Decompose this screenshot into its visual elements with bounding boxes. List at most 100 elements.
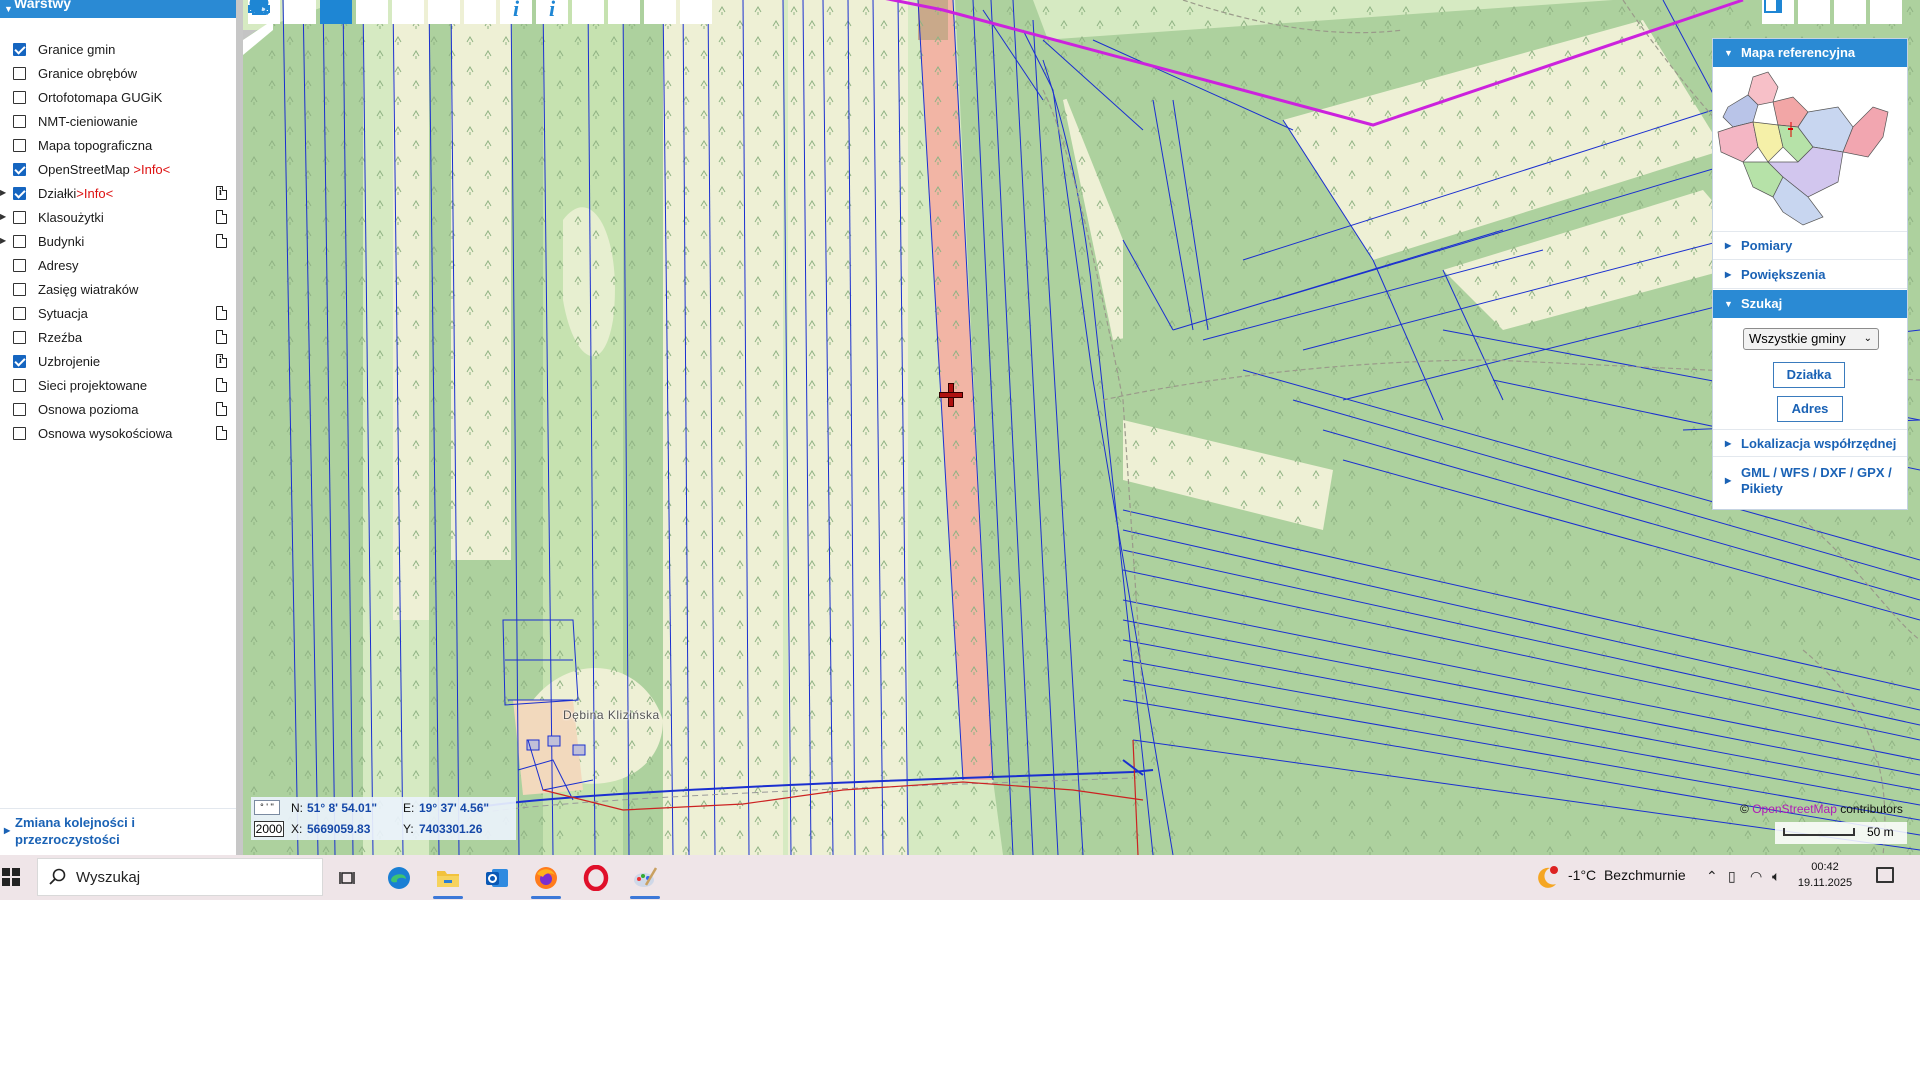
layer-row[interactable]: ▶ Działki>Info< [0,182,236,206]
edge-icon[interactable] [380,860,418,896]
layer-checkbox[interactable] [13,403,26,416]
dzialka-button[interactable]: Działka [1773,362,1845,388]
layer-row[interactable]: OpenStreetMap >Info< [0,158,236,182]
layer-row[interactable]: Granice obrębów [0,62,236,86]
layer-row[interactable]: NMT-cieniowanie [0,110,236,134]
layer-row[interactable]: Uzbrojenie [0,350,236,374]
pan-hand-icon[interactable] [252,0,352,24]
wifi-icon[interactable]: ◠ [1750,868,1762,885]
zoom-window-icon[interactable] [249,0,388,24]
document-icon[interactable] [216,426,227,440]
layer-row[interactable]: Osnowa pozioma [0,398,236,422]
layer-checkbox[interactable] [13,139,26,152]
layer-label: Granice gmin [38,42,115,57]
layer-row[interactable]: Mapa topograficzna [0,134,236,158]
layer-checkbox[interactable] [13,307,26,320]
globe-icon[interactable] [250,0,676,24]
back-arrow-icon[interactable] [250,0,424,24]
layers-panel-header[interactable]: ▼ Warstwy [0,0,236,18]
video-icon[interactable] [250,0,712,24]
layer-checkbox[interactable] [13,43,26,56]
gml-export-section[interactable]: ▶ GML / WFS / DXF / GPX / Pikiety [1713,459,1907,503]
layer-row[interactable]: Ortofotomapa GUGiK [0,86,236,110]
info-multi-icon[interactable]: i [536,0,568,24]
layer-row[interactable]: Osnowa wysokościowa [0,422,236,446]
task-view-icon[interactable] [330,860,368,896]
file-explorer-icon[interactable] [429,860,467,899]
chevron-up-icon[interactable]: ⌃ [1706,868,1718,885]
outlook-icon[interactable] [478,860,516,896]
scale-input[interactable]: 2000 [254,821,284,837]
document-icon[interactable] [216,402,227,416]
info-document-icon[interactable] [216,354,227,368]
measure-icon[interactable] [248,0,604,24]
layer-checkbox[interactable] [13,427,26,440]
layer-checkbox[interactable] [13,163,26,176]
layer-checkbox[interactable] [13,115,26,128]
layer-checkbox[interactable] [13,67,26,80]
layer-row[interactable]: ▶ Klasoużytki [0,206,236,230]
document-icon[interactable] [216,234,227,248]
firefox-icon[interactable] [527,860,565,899]
opera-icon[interactable] [577,860,615,896]
zoom-out-icon[interactable] [249,0,316,24]
lokalizacja-section[interactable]: ▶ Lokalizacja współrzędnej [1713,429,1907,457]
layer-row[interactable]: Zasięg wiatraków [0,278,236,302]
osm-link[interactable]: OpenStreetMap [1752,802,1837,816]
reference-map[interactable] [1713,67,1907,232]
paint-icon[interactable] [626,860,664,899]
layer-checkbox[interactable] [13,211,26,224]
print-icon[interactable] [250,0,640,24]
panel-right-icon[interactable] [1764,0,1902,24]
panel-left-icon[interactable] [1764,0,1830,24]
notification-icon[interactable] [1876,867,1894,883]
layer-checkbox[interactable] [13,355,26,368]
weather-moon-icon[interactable] [1534,865,1560,891]
powiekszenia-section[interactable]: ▶ Powiększenia [1713,261,1907,289]
document-icon[interactable] [216,330,227,344]
forward-arrow-icon[interactable] [250,0,460,24]
battery-icon[interactable]: ▯ [1728,868,1736,885]
layer-info-link[interactable]: >Info< [76,186,113,201]
info-document-icon[interactable] [216,186,227,200]
pomiary-section[interactable]: ▶ Pomiary [1713,232,1907,260]
info-icon[interactable]: i [500,0,532,24]
municipality-select[interactable]: Wszystkie gminy ⌄ [1743,328,1879,350]
layer-info-link[interactable]: >Info< [133,162,170,177]
volume-icon[interactable]: 🔈︎ [1772,868,1780,885]
document-icon[interactable] [216,210,227,224]
panel-arrow-icon[interactable] [1764,0,1866,24]
coord-format-toggle[interactable]: ° ' '' [254,800,280,815]
layer-row[interactable]: Adresy [0,254,236,278]
expand-triangle-icon[interactable]: ▶ [0,188,6,197]
expand-triangle-icon[interactable]: ▶ [0,236,6,245]
clock[interactable]: 00:42 19.11.2025 [1790,859,1860,891]
weather-temp[interactable]: -1°C Bezchmurnie [1568,867,1686,883]
link-icon[interactable] [249,0,496,24]
layer-row[interactable]: Sieci projektowane [0,374,236,398]
layer-row[interactable]: ▶ Budynki [0,230,236,254]
reference-map-header[interactable]: ▼ Mapa referencyjna [1713,39,1907,67]
taskbar-search[interactable]: Wyszukaj [37,858,323,896]
layer-order-link[interactable]: ▶ Zmiana kolejności i przezroczystości [0,808,236,856]
layer-checkbox[interactable] [13,331,26,344]
collapse-triangle-icon: ▼ [4,4,13,14]
y-label: Y: [403,822,414,836]
layer-checkbox[interactable] [13,259,26,272]
layer-row[interactable]: Granice gmin [0,38,236,62]
layer-checkbox[interactable] [13,283,26,296]
map-view[interactable]: i i Dębina Klizińska ° ' '' 2000 N: 51° … [243,0,1920,855]
layer-checkbox[interactable] [13,91,26,104]
document-icon[interactable] [216,306,227,320]
layer-checkbox[interactable] [13,187,26,200]
panel-splitter[interactable] [236,0,243,855]
layer-checkbox[interactable] [13,379,26,392]
windows-start-icon[interactable] [0,863,24,891]
layer-row[interactable]: Sytuacja [0,302,236,326]
szukaj-header[interactable]: ▼ Szukaj [1713,290,1907,318]
layer-checkbox[interactable] [13,235,26,248]
layer-row[interactable]: Rzeźba [0,326,236,350]
document-icon[interactable] [216,378,227,392]
adres-button[interactable]: Adres [1777,396,1843,422]
expand-triangle-icon[interactable]: ▶ [0,212,6,221]
